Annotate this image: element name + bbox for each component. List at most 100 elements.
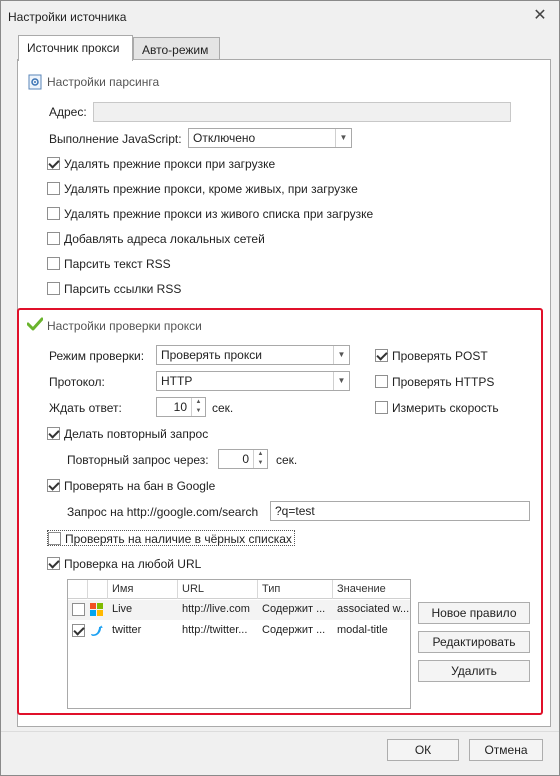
checkbox-box[interactable]	[47, 232, 60, 246]
twitter-icon	[90, 624, 104, 638]
google-query-input[interactable]: ?q=test	[270, 501, 530, 521]
cell-type: Содержит ...	[262, 603, 326, 615]
checkbox-box[interactable]	[47, 427, 60, 441]
checkbox-retry-request[interactable]: Делать повторный запрос	[47, 426, 208, 442]
spin-arrows-icon[interactable]: ▲ ▼	[191, 398, 205, 416]
cell-value: associated w...	[337, 603, 409, 615]
checkbox-label: Удалять прежние прокси из живого списка …	[64, 206, 374, 221]
checkbox-box[interactable]	[47, 182, 60, 196]
checkbox-box[interactable]	[47, 282, 60, 296]
checkmark-icon	[26, 317, 44, 331]
checkbox-box[interactable]	[47, 207, 60, 221]
checkbox-check-https[interactable]: Проверять HTTPS	[375, 374, 494, 390]
js-execution-label: Выполнение JavaScript:	[49, 132, 182, 146]
cell-name: twitter	[112, 624, 142, 636]
check-section-title: Настройки проверки прокси	[47, 319, 202, 333]
checkbox-label: Добавлять адреса локальных сетей	[64, 231, 265, 246]
wait-stepper[interactable]: 10 ▲ ▼	[156, 397, 206, 417]
chevron-down-icon: ▼	[333, 372, 349, 390]
cell-url: http://live.com	[182, 603, 250, 615]
address-label: Адрес:	[49, 105, 87, 119]
checkbox-box[interactable]	[47, 157, 60, 171]
checkbox-label: Удалять прежние прокси при загрузке	[64, 156, 276, 171]
cell-value: modal-title	[337, 624, 388, 636]
checkbox-box[interactable]	[375, 375, 388, 389]
wait-unit: сек.	[212, 401, 234, 415]
grid-header-icon-col	[88, 580, 108, 599]
table-row[interactable]: twitter http://twitter... Содержит ... m…	[68, 621, 410, 641]
js-execution-value: Отключено	[193, 131, 256, 145]
checkbox-check-post[interactable]: Проверять POST	[375, 348, 488, 364]
column-header-url[interactable]: URL	[178, 580, 258, 599]
edit-rule-button[interactable]: Редактировать	[418, 631, 530, 653]
checkbox-delete-from-live-list[interactable]: Удалять прежние прокси из живого списка …	[47, 206, 373, 222]
checkbox-measure-speed[interactable]: Измерить скорость	[375, 400, 499, 416]
chevron-down-icon: ▼	[333, 346, 349, 364]
retry-after-label: Повторный запрос через:	[67, 453, 209, 467]
retry-after-unit: сек.	[276, 453, 298, 467]
ok-button[interactable]: ОК	[387, 739, 459, 761]
checkbox-label: Проверять на наличие в чёрных списках	[65, 531, 292, 546]
checkbox-blacklist[interactable]: Проверять на наличие в чёрных списках	[47, 530, 295, 546]
dialog-window: Настройки источника ✕ Источник прокси Ав…	[0, 0, 560, 776]
parsing-section-title: Настройки парсинга	[47, 75, 160, 89]
checkbox-label: Проверять POST	[392, 348, 488, 363]
delete-rule-button[interactable]: Удалить	[418, 660, 530, 682]
new-rule-button[interactable]: Новое правило	[418, 602, 530, 624]
js-execution-select[interactable]: Отключено ▼	[188, 128, 352, 148]
checkbox-parse-rss-text[interactable]: Парсить текст RSS	[47, 256, 171, 272]
checkbox-delete-old-proxies[interactable]: Удалять прежние прокси при загрузке	[47, 156, 275, 172]
checkbox-box[interactable]	[375, 349, 388, 363]
row-checkbox[interactable]	[72, 603, 85, 616]
checkbox-label: Проверка на любой URL	[64, 556, 202, 571]
checkbox-box[interactable]	[48, 532, 61, 546]
retry-after-stepper[interactable]: 0 ▲ ▼	[218, 449, 268, 469]
checkbox-label: Делать повторный запрос	[64, 426, 209, 441]
grid-header: Имя URL Тип Значение	[68, 580, 410, 599]
checkbox-google-ban[interactable]: Проверять на бан в Google	[47, 478, 215, 494]
tab-auto-mode[interactable]: Авто-режим	[133, 37, 220, 61]
settings-document-icon	[28, 74, 42, 90]
google-query-label: Запрос на http://google.com/search	[67, 505, 259, 519]
url-rules-grid[interactable]: Имя URL Тип Значение Live http://live.co…	[67, 579, 411, 709]
checkbox-label: Проверять на бан в Google	[64, 478, 216, 493]
wait-label: Ждать ответ:	[49, 401, 122, 415]
checkbox-delete-except-live[interactable]: Удалять прежние прокси, кроме живых, при…	[47, 181, 358, 197]
close-icon[interactable]: ✕	[531, 7, 549, 25]
protocol-value: HTTP	[161, 374, 193, 388]
chevron-down-icon: ▼	[335, 129, 351, 147]
table-row[interactable]: Live http://live.com Содержит ... associ…	[68, 600, 410, 620]
checkbox-label: Проверять HTTPS	[392, 374, 495, 389]
row-checkbox[interactable]	[72, 624, 85, 637]
column-header-value[interactable]: Значение	[333, 580, 410, 599]
cell-url: http://twitter...	[182, 624, 248, 636]
checkbox-box[interactable]	[47, 479, 60, 493]
checkbox-any-url[interactable]: Проверка на любой URL	[47, 556, 201, 572]
spin-arrows-icon[interactable]: ▲ ▼	[253, 450, 267, 468]
cell-type: Содержит ...	[262, 624, 326, 636]
checkbox-label: Парсить ссылки RSS	[64, 281, 182, 296]
cancel-button[interactable]: Отмена	[469, 739, 543, 761]
grid-header-checkbox-col	[68, 580, 88, 599]
column-header-type[interactable]: Тип	[258, 580, 333, 599]
checkbox-label: Удалять прежние прокси, кроме живых, при…	[64, 181, 358, 196]
protocol-label: Протокол:	[49, 375, 105, 389]
checkbox-add-local-addresses[interactable]: Добавлять адреса локальных сетей	[47, 231, 265, 247]
checkbox-box[interactable]	[47, 557, 60, 571]
cell-name: Live	[112, 603, 133, 615]
checkbox-box[interactable]	[47, 257, 60, 271]
checkbox-parse-rss-links[interactable]: Парсить ссылки RSS	[47, 281, 181, 297]
column-header-name[interactable]: Имя	[108, 580, 178, 599]
check-mode-value: Проверять прокси	[161, 348, 262, 362]
protocol-select[interactable]: HTTP ▼	[156, 371, 350, 391]
address-field[interactable]	[93, 102, 511, 122]
check-mode-select[interactable]: Проверять прокси ▼	[156, 345, 350, 365]
checkbox-label: Измерить скорость	[392, 400, 499, 415]
window-title: Настройки источника	[8, 10, 127, 24]
title-bar: Настройки источника ✕	[1, 1, 559, 31]
retry-after-value: 0	[242, 452, 249, 466]
footer-divider	[1, 731, 559, 732]
tab-proxy-source[interactable]: Источник прокси	[18, 35, 133, 61]
windows-icon	[90, 603, 104, 617]
checkbox-box[interactable]	[375, 401, 388, 415]
